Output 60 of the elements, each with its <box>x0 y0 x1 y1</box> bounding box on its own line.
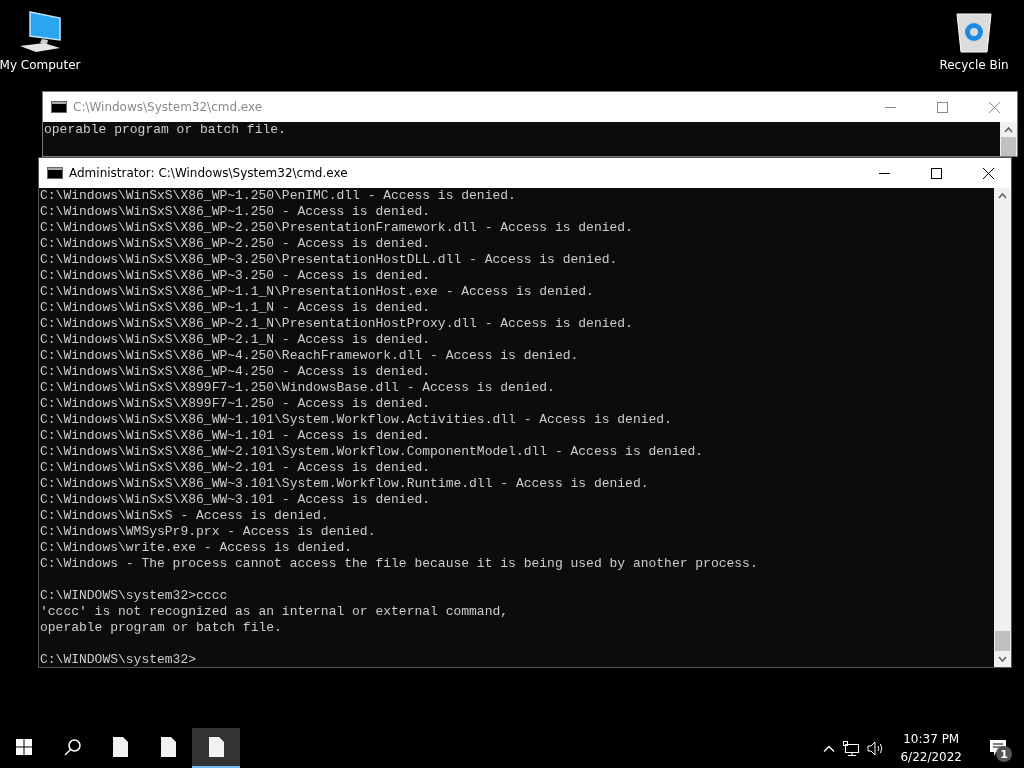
console-line: C:\Windows\WinSxS\X86_WP~1.1_N\PresentationHost.exe - Access is denied. <box>40 284 595 300</box>
search-icon <box>63 738 81 756</box>
console-line: C:\Windows\WMSysPr9.prx - Access is denied. <box>40 524 377 540</box>
console-line: C:\Windows\WinSxS\X86_WW~2.101 - Access is denied. <box>40 460 432 476</box>
desktop-icon-label[interactable]: Recycle Bin <box>939 58 1009 72</box>
console-line: operable program or batch file. <box>44 122 287 138</box>
console-line: operable program or batch file. <box>40 620 283 636</box>
console-line: C:\Windows - The process cannot access the file because it is being used by another process. <box>40 556 759 572</box>
console-line: C:\Windows\WinSxS\X86_WW~1.101\System.Workflow.Activities.dll - Access is denied. <box>40 412 673 428</box>
console-line: C:\Windows\WinSxS\X86_WP~4.250\ReachFramework.dll - Access is denied. <box>40 348 580 364</box>
console-line: C:\Windows\WinSxS\X86_WP~2.250\PresentationFramework.dll - Access is denied. <box>40 220 634 236</box>
window-title: C:\Windows\System32\cmd.exe <box>73 100 264 114</box>
notification-count: 1 <box>996 746 1012 762</box>
console-icon <box>51 101 67 113</box>
close-icon <box>982 167 994 179</box>
scrollbar[interactable] <box>994 188 1011 667</box>
date-text: 6/22/2022 <box>900 749 962 766</box>
file-icon <box>160 737 176 757</box>
scroll-thumb[interactable] <box>995 631 1010 651</box>
console-line: C:\Windows\WinSxS\X899F7~1.250\WindowsBase.dll - Access is denied. <box>40 380 556 396</box>
console-line: C:\Windows\write.exe - Access is denied. <box>40 540 354 556</box>
recycle-bin-icon <box>954 10 994 54</box>
console-line: C:\Windows\WinSxS\X86_WP~4.250 - Access is denied. <box>40 364 432 380</box>
console-line: C:\Windows\WinSxS\X86_WP~1.1_N - Access is denied. <box>40 300 432 316</box>
console-line: C:\Windows\WinSxS\X86_WP~3.250 - Access is denied. <box>40 268 432 284</box>
maximize-icon <box>930 167 942 179</box>
time-text: 10:37 PM <box>903 731 960 748</box>
chevron-up-icon[interactable] <box>823 744 836 752</box>
network-icon[interactable] <box>843 740 860 756</box>
clock[interactable]: 10:37 PM 6/22/2022 <box>892 730 970 766</box>
console-line: C:\Windows\WinSxS\X86_WP~2.1_N\PresentationHostProxy.dll - Access is denied. <box>40 316 634 332</box>
console-line: C:\Windows\WinSxS\X86_WW~3.101 - Access is denied. <box>40 492 432 508</box>
speaker-icon[interactable] <box>867 740 885 756</box>
console-line: C:\Windows\WinSxS\X86_WP~1.250 - Access is denied. <box>40 204 432 220</box>
notification-button[interactable]: 1 <box>978 728 1018 768</box>
console-line: C:\Windows\WinSxS\X86_WW~3.101\System.Workflow.Runtime.dll - Access is denied. <box>40 476 650 492</box>
console-line: C:\WINDOWS\system32> <box>40 652 198 667</box>
desktop-icon-label[interactable]: My Computer <box>0 58 81 72</box>
console-line: 'cccc' is not recognized as an internal or external command, <box>40 604 510 620</box>
console-line: C:\WINDOWS\system32>cccc <box>40 588 229 604</box>
window-title: Administrator: C:\Windows\System32\cmd.exe <box>69 166 349 180</box>
console-line: C:\Windows\WinSxS\X86_WP~2.250 - Access is denied. <box>40 236 432 252</box>
console-line: C:\Windows\WinSxS\X86_WP~3.250\PresentationHostDLL.dll - Access is denied. <box>40 252 619 268</box>
scroll-thumb[interactable] <box>1001 137 1016 156</box>
maximize-icon <box>936 101 948 113</box>
windows-logo-icon <box>16 739 32 755</box>
close-icon <box>988 101 1000 113</box>
console-icon <box>47 167 63 179</box>
file-icon <box>208 737 224 757</box>
console-line: C:\Windows\WinSxS\X86_WW~2.101\System.Workflow.ComponentModel.dll - Access is denied. <box>40 444 705 460</box>
console-line: C:\Windows\WinSxS\X899F7~1.250 - Access is denied. <box>40 396 432 412</box>
console-line: C:\Windows\WinSxS\X86_WP~1.250\PenIMC.dll - Access is denied. <box>40 188 517 204</box>
taskbar-button[interactable] <box>192 728 240 768</box>
scrollbar[interactable] <box>1000 122 1017 156</box>
console-line: C:\Windows\WinSxS - Access is denied. <box>40 508 330 524</box>
minimize-icon <box>878 172 890 174</box>
file-icon <box>112 737 128 757</box>
console-line: C:\Windows\WinSxS\X86_WW~1.101 - Access is denied. <box>40 428 432 444</box>
minimize-icon <box>884 106 896 108</box>
console-line: C:\Windows\WinSxS\X86_WP~2.1_N - Access is denied. <box>40 332 432 348</box>
